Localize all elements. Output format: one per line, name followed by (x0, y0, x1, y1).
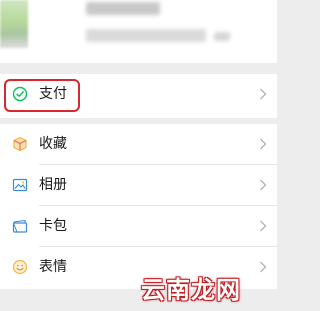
pay-section: 支付 (0, 74, 277, 118)
nickname-blurred (86, 2, 160, 15)
menu-section: 收藏 相册 卡包 表情 (0, 124, 277, 289)
album-icon (12, 177, 28, 193)
menu-item-cards[interactable]: 卡包 (0, 206, 277, 247)
menu-item-label: 表情 (39, 259, 67, 275)
chevron-right-icon (259, 220, 267, 232)
profile-header[interactable] (0, 0, 277, 63)
menu-item-label: 收藏 (39, 136, 67, 152)
menu-item-album[interactable]: 相册 (0, 165, 277, 206)
card-wallet-icon (12, 218, 28, 234)
avatar-blurred[interactable] (0, 0, 28, 48)
menu-item-label: 相册 (39, 177, 67, 193)
menu-item-label: 支付 (39, 86, 67, 102)
chevron-right-icon (259, 179, 267, 191)
chevron-right-icon (259, 88, 267, 100)
wechat-pay-icon (12, 86, 28, 102)
emoji-smiley-icon (12, 259, 28, 275)
site-watermark: 云南龙网 (141, 275, 241, 304)
chevron-right-icon (259, 138, 267, 150)
qr-code-blurred[interactable] (214, 32, 230, 41)
menu-item-pay[interactable]: 支付 (0, 74, 277, 115)
chevron-right-icon (259, 261, 267, 273)
menu-item-label: 卡包 (39, 218, 67, 234)
favorites-cube-icon (12, 136, 28, 152)
menu-item-favorites[interactable]: 收藏 (0, 124, 277, 165)
wechat-id-blurred (86, 29, 206, 42)
